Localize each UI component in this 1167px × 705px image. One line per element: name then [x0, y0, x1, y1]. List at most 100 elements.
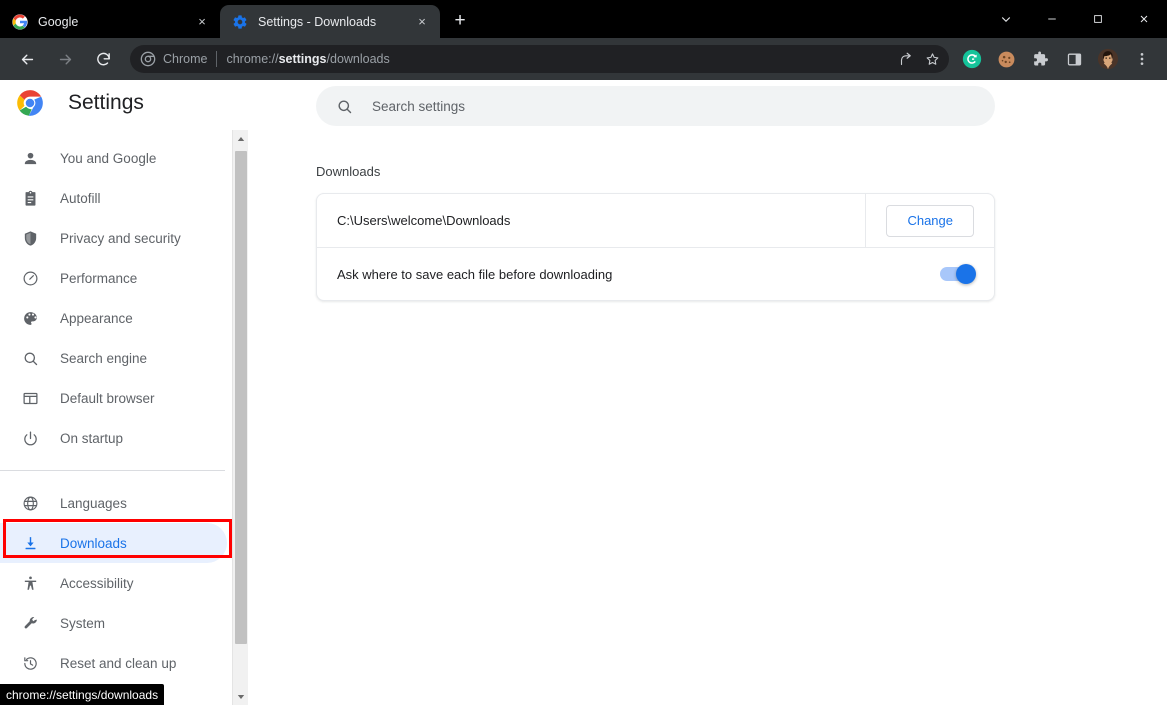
- search-settings-bar[interactable]: [316, 86, 995, 126]
- chrome-menu-icon[interactable]: [1128, 45, 1156, 73]
- download-location-path: C:\Users\welcome\Downloads: [337, 213, 511, 228]
- share-icon[interactable]: [893, 46, 919, 72]
- sidebar-item-performance[interactable]: Performance: [0, 258, 227, 298]
- google-g-icon: [12, 13, 28, 30]
- ask-where-to-save-label: Ask where to save each file before downl…: [337, 266, 613, 282]
- row-divider: [865, 194, 867, 247]
- gear-icon: [232, 14, 248, 30]
- download-icon: [20, 533, 40, 553]
- window-controls: [983, 0, 1167, 38]
- chrome-product-icon: [140, 51, 156, 67]
- page-title: Settings: [68, 91, 144, 114]
- url-prefix: chrome://: [226, 52, 279, 66]
- omnibox-actions: [893, 46, 945, 72]
- sidebar-item-accessibility[interactable]: Accessibility: [0, 563, 227, 603]
- sidebar-item-label: Performance: [60, 270, 138, 286]
- sidebar-item-label: On startup: [60, 430, 124, 446]
- sidebar-item-label: Search engine: [60, 350, 148, 366]
- tab-strip: Google × Settings - Downloads × +: [0, 0, 1167, 38]
- sidebar-item-reset-and-clean-up[interactable]: Reset and clean up: [0, 643, 227, 683]
- back-button[interactable]: [12, 44, 42, 74]
- reload-button[interactable]: [88, 44, 118, 74]
- tab-close-button[interactable]: ×: [192, 12, 212, 32]
- puzzle-extensions-icon[interactable]: [1026, 45, 1054, 73]
- settings-nav-list: You and Google Autofill Privacy and secu…: [0, 138, 233, 683]
- sidebar-item-label: Downloads: [60, 535, 127, 551]
- shield-icon: [20, 228, 40, 248]
- tab-title: Google: [38, 14, 79, 29]
- settings-main-content: Downloads C:\Users\welcome\Downloads Cha…: [249, 80, 1167, 705]
- toggle-knob: [956, 264, 976, 284]
- close-button[interactable]: [1121, 2, 1167, 36]
- settings-page: Settings You and Google Autofill Privacy…: [0, 80, 1167, 705]
- section-heading-downloads: Downloads: [316, 164, 381, 179]
- chrome-browser-window: Google × Settings - Downloads × + Chrome…: [0, 0, 1167, 705]
- chrome-logo-icon: [16, 89, 44, 117]
- wrench-icon: [20, 613, 40, 633]
- tab-settings-downloads[interactable]: Settings - Downloads ×: [220, 5, 440, 38]
- tab-search-button[interactable]: [983, 2, 1029, 36]
- sidebar-item-you-and-google[interactable]: You and Google: [0, 138, 227, 178]
- scroll-up-arrow-icon[interactable]: [233, 130, 249, 147]
- person-icon: [20, 148, 40, 168]
- new-tab-button[interactable]: +: [446, 7, 474, 35]
- sidebar-item-label: Accessibility: [60, 575, 134, 591]
- sidebar-item-label: Appearance: [60, 310, 133, 326]
- scroll-down-arrow-icon[interactable]: [233, 688, 249, 705]
- search-icon: [334, 96, 354, 116]
- scrollbar-thumb[interactable]: [235, 151, 247, 644]
- profile-avatar[interactable]: [1094, 45, 1122, 73]
- sidebar-item-label: Privacy and security: [60, 230, 181, 246]
- browser-window-icon: [20, 388, 40, 408]
- sidebar-scrollbar[interactable]: [232, 130, 248, 705]
- bookmark-star-icon[interactable]: [919, 46, 945, 72]
- minimize-button[interactable]: [1029, 2, 1075, 36]
- sidebar-item-autofill[interactable]: Autofill: [0, 178, 227, 218]
- clipboard-icon: [20, 188, 40, 208]
- sidebar-item-system[interactable]: System: [0, 603, 227, 643]
- url-suffix: /downloads: [326, 52, 390, 66]
- side-panel-icon[interactable]: [1060, 45, 1088, 73]
- omnibox-url: chrome://settings/downloads: [226, 52, 389, 66]
- sidebar-item-label: Reset and clean up: [60, 655, 177, 671]
- address-bar[interactable]: Chrome chrome://settings/downloads: [130, 45, 949, 73]
- search-input[interactable]: [372, 98, 977, 114]
- ask-where-to-save-toggle[interactable]: [940, 264, 976, 284]
- browser-toolbar: Chrome chrome://settings/downloads: [0, 38, 1167, 80]
- omnibox-chrome-label: Chrome: [163, 52, 208, 66]
- settings-header: Settings: [0, 80, 233, 126]
- sidebar-item-label: You and Google: [60, 150, 157, 166]
- tab-google[interactable]: Google ×: [0, 5, 220, 38]
- speedometer-icon: [20, 268, 40, 288]
- cookie-icon[interactable]: [992, 45, 1020, 73]
- change-location-button[interactable]: Change: [886, 204, 974, 237]
- download-location-row: C:\Users\welcome\Downloads Change: [317, 194, 994, 247]
- sidebar-item-languages[interactable]: Languages: [0, 483, 227, 523]
- history-restore-icon: [20, 653, 40, 673]
- sidebar-item-privacy-and-security[interactable]: Privacy and security: [0, 218, 227, 258]
- sidebar-item-label: Languages: [60, 495, 127, 511]
- sidebar-item-default-browser[interactable]: Default browser: [0, 378, 227, 418]
- omnibox-separator: [216, 51, 218, 67]
- ask-where-to-save-row: Ask where to save each file before downl…: [317, 247, 994, 300]
- forward-button[interactable]: [50, 44, 80, 74]
- sidebar-divider: [0, 470, 225, 471]
- power-icon: [20, 428, 40, 448]
- downloads-settings-card: C:\Users\welcome\Downloads Change Ask wh…: [316, 193, 995, 301]
- sidebar-item-label: System: [60, 615, 106, 631]
- sidebar-item-on-startup[interactable]: On startup: [0, 418, 227, 458]
- sidebar-item-label: Default browser: [60, 390, 155, 406]
- maximize-button[interactable]: [1075, 2, 1121, 36]
- sidebar-item-label: Autofill: [60, 190, 101, 206]
- grammarly-icon[interactable]: [958, 45, 986, 73]
- url-bold-segment: settings: [278, 52, 327, 66]
- search-icon: [20, 348, 40, 368]
- settings-sidebar: Settings You and Google Autofill Privacy…: [0, 80, 233, 705]
- sidebar-item-downloads[interactable]: Downloads: [0, 523, 227, 563]
- palette-icon: [20, 308, 40, 328]
- sidebar-item-appearance[interactable]: Appearance: [0, 298, 227, 338]
- tab-close-button[interactable]: ×: [412, 12, 432, 32]
- accessibility-icon: [20, 573, 40, 593]
- sidebar-item-search-engine[interactable]: Search engine: [0, 338, 227, 378]
- globe-icon: [20, 493, 40, 513]
